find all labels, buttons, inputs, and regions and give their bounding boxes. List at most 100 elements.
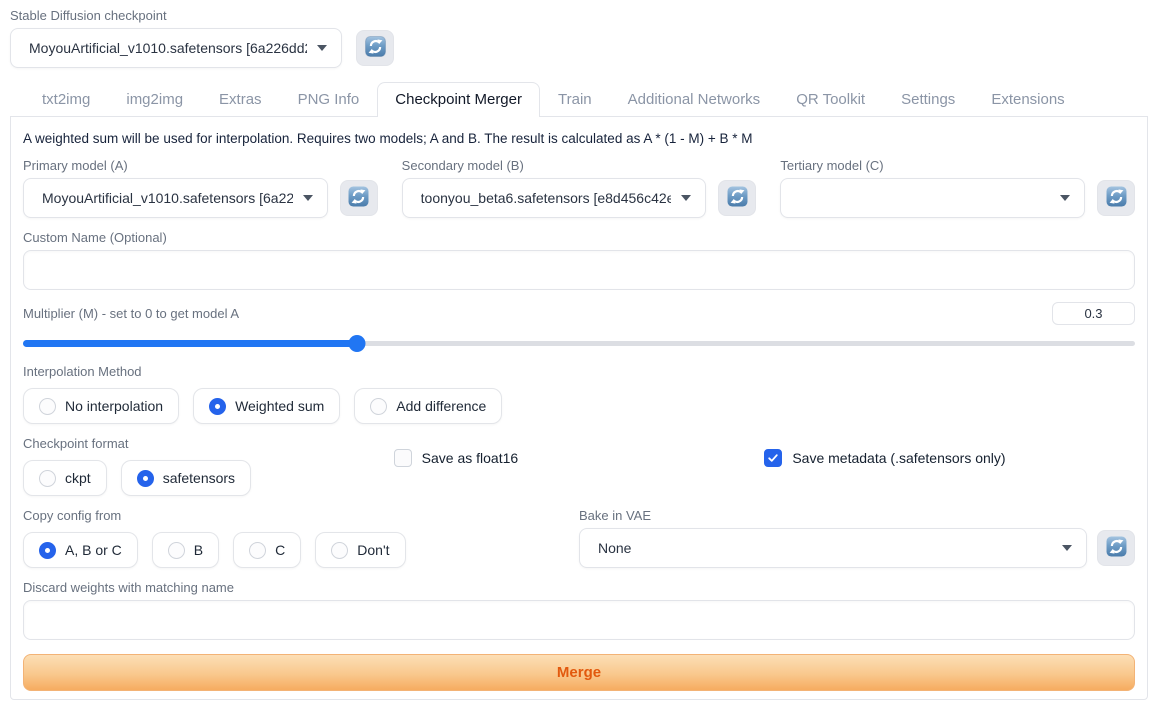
radio-icon xyxy=(331,542,348,559)
radio-icon xyxy=(39,398,56,415)
primary-model-field: Primary model (A) MoyouArtificial_v1010.… xyxy=(23,158,378,218)
secondary-model-label: Secondary model (B) xyxy=(402,158,757,173)
chevron-down-icon xyxy=(303,195,313,201)
radio-label: No interpolation xyxy=(65,398,163,414)
tertiary-model-dropdown[interactable] xyxy=(780,178,1085,218)
primary-model-label: Primary model (A) xyxy=(23,158,378,173)
custom-name-field: Custom Name (Optional) xyxy=(23,230,1135,290)
checkpoint-format-group: Checkpoint format ckpt safetensors xyxy=(23,436,394,496)
bake-in-vae-value: None xyxy=(598,540,1052,556)
refresh-tertiary-model-button[interactable] xyxy=(1097,180,1135,216)
radio-label: ckpt xyxy=(65,470,91,486)
tertiary-model-label: Tertiary model (C) xyxy=(780,158,1135,173)
tab-png-info[interactable]: PNG Info xyxy=(280,82,378,117)
checkpoint-merger-panel: A weighted sum will be used for interpol… xyxy=(10,116,1148,700)
refresh-icon xyxy=(1106,536,1127,560)
save-float16-wrap: Save as float16 xyxy=(394,436,765,496)
tab-txt2img[interactable]: txt2img xyxy=(24,82,108,117)
save-float16-checkbox[interactable]: Save as float16 xyxy=(394,449,765,467)
tab-settings[interactable]: Settings xyxy=(883,82,973,117)
chevron-down-icon xyxy=(681,195,691,201)
radio-checked-icon xyxy=(209,398,226,415)
tab-img2img[interactable]: img2img xyxy=(108,82,201,117)
radio-no-interpolation[interactable]: No interpolation xyxy=(23,388,179,424)
radio-icon xyxy=(168,542,185,559)
secondary-model-dropdown[interactable]: toonyou_beta6.safetensors [e8d456c42e] xyxy=(402,178,707,218)
chevron-down-icon xyxy=(1060,195,1070,201)
bake-in-vae-dropdown[interactable]: None xyxy=(579,528,1087,568)
refresh-vae-button[interactable] xyxy=(1097,530,1135,566)
checkbox-label: Save as float16 xyxy=(422,450,519,466)
slider-handle[interactable] xyxy=(348,335,365,352)
sd-checkpoint-value: MoyouArtificial_v1010.safetensors [6a226… xyxy=(29,40,307,56)
discard-weights-input[interactable] xyxy=(23,600,1135,640)
tab-train[interactable]: Train xyxy=(540,82,610,117)
checkpoint-format-label: Checkpoint format xyxy=(23,436,394,451)
radio-safetensors[interactable]: safetensors xyxy=(121,460,251,496)
refresh-icon xyxy=(348,186,369,210)
interpolation-info-text: A weighted sum will be used for interpol… xyxy=(23,131,1135,146)
refresh-checkpoint-button[interactable] xyxy=(356,30,394,66)
config-vae-row: Copy config from A, B or C B C xyxy=(23,508,1135,568)
radio-label: C xyxy=(275,542,285,558)
radio-icon xyxy=(39,470,56,487)
primary-model-dropdown[interactable]: MoyouArtificial_v1010.safetensors [6a226… xyxy=(23,178,328,218)
tab-qr-toolkit[interactable]: QR Toolkit xyxy=(778,82,883,117)
radio-label: safetensors xyxy=(163,470,235,486)
copy-config-group: Copy config from A, B or C B C xyxy=(23,508,579,568)
sd-checkpoint-row: MoyouArtificial_v1010.safetensors [6a226… xyxy=(10,28,1148,68)
chevron-down-icon xyxy=(1062,545,1072,551)
radio-c[interactable]: C xyxy=(233,532,301,568)
checkbox-checked-icon xyxy=(764,449,782,467)
radio-ckpt[interactable]: ckpt xyxy=(23,460,107,496)
radio-label: A, B or C xyxy=(65,542,122,558)
save-metadata-wrap: Save metadata (.safetensors only) xyxy=(764,436,1135,496)
custom-name-label: Custom Name (Optional) xyxy=(23,230,1135,245)
tab-additional-networks[interactable]: Additional Networks xyxy=(610,82,779,117)
radio-weighted-sum[interactable]: Weighted sum xyxy=(193,388,340,424)
refresh-icon xyxy=(365,36,386,60)
bake-in-vae-label: Bake in VAE xyxy=(579,508,1135,523)
tab-extras[interactable]: Extras xyxy=(201,82,280,117)
radio-a-b-or-c[interactable]: A, B or C xyxy=(23,532,138,568)
sd-checkpoint-dropdown[interactable]: MoyouArtificial_v1010.safetensors [6a226… xyxy=(10,28,342,68)
discard-weights-field: Discard weights with matching name xyxy=(23,580,1135,640)
radio-label: Weighted sum xyxy=(235,398,324,414)
slider-fill xyxy=(23,340,357,347)
tab-extensions[interactable]: Extensions xyxy=(973,82,1082,117)
primary-model-value: MoyouArtificial_v1010.safetensors [6a226… xyxy=(42,190,293,206)
radio-checked-icon xyxy=(137,470,154,487)
radio-dont[interactable]: Don't xyxy=(315,532,405,568)
save-metadata-checkbox[interactable]: Save metadata (.safetensors only) xyxy=(764,449,1135,467)
copy-config-label: Copy config from xyxy=(23,508,579,523)
format-options-row: Checkpoint format ckpt safetensors Save … xyxy=(23,436,1135,496)
tab-checkpoint-merger[interactable]: Checkpoint Merger xyxy=(377,82,540,117)
discard-weights-label: Discard weights with matching name xyxy=(23,580,1135,595)
secondary-model-value: toonyou_beta6.safetensors [e8d456c42e] xyxy=(421,190,672,206)
main-tabbar: txt2img img2img Extras PNG Info Checkpoi… xyxy=(10,82,1148,116)
refresh-icon xyxy=(1106,186,1127,210)
radio-b[interactable]: B xyxy=(152,532,219,568)
tertiary-model-field: Tertiary model (C) xyxy=(780,158,1135,218)
interpolation-method-label: Interpolation Method xyxy=(23,364,1135,379)
checkbox-label: Save metadata (.safetensors only) xyxy=(792,450,1005,466)
checkpoint-merger-page: Stable Diffusion checkpoint MoyouArtific… xyxy=(0,0,1158,704)
refresh-primary-model-button[interactable] xyxy=(340,180,378,216)
interpolation-method-group: Interpolation Method No interpolation We… xyxy=(23,364,1135,424)
merge-button[interactable]: Merge xyxy=(23,654,1135,691)
radio-label: B xyxy=(194,542,203,558)
checkbox-unchecked-icon xyxy=(394,449,412,467)
multiplier-label: Multiplier (M) - set to 0 to get model A xyxy=(23,306,239,321)
bake-in-vae-field: Bake in VAE None xyxy=(579,508,1135,568)
refresh-icon xyxy=(727,186,748,210)
radio-label: Don't xyxy=(357,542,389,558)
refresh-secondary-model-button[interactable] xyxy=(718,180,756,216)
radio-icon xyxy=(249,542,266,559)
radio-add-difference[interactable]: Add difference xyxy=(354,388,502,424)
multiplier-number-input[interactable] xyxy=(1052,302,1135,325)
multiplier-slider[interactable] xyxy=(23,334,1135,352)
radio-label: Add difference xyxy=(396,398,486,414)
custom-name-input[interactable] xyxy=(23,250,1135,290)
sd-checkpoint-label: Stable Diffusion checkpoint xyxy=(10,8,1148,23)
radio-icon xyxy=(370,398,387,415)
